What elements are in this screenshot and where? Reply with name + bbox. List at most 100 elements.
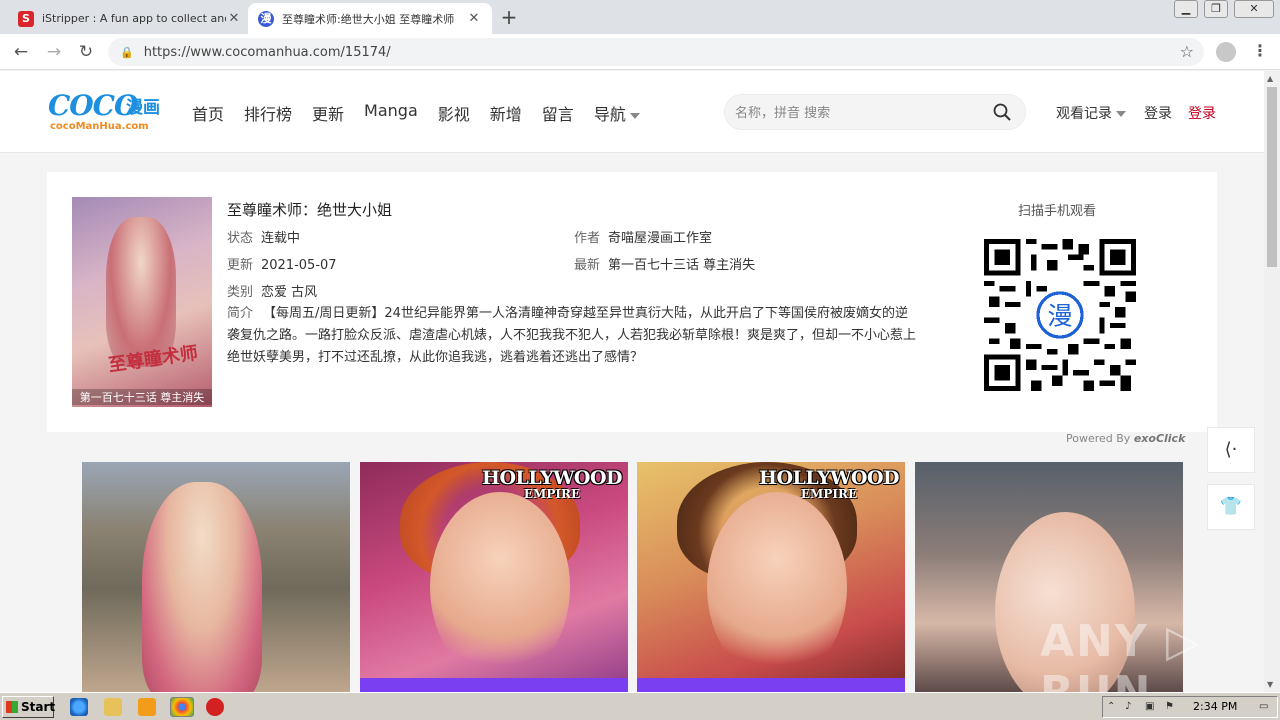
intro-label: 简介 xyxy=(227,306,254,321)
category-field: 类别 恋爱 古风 xyxy=(227,281,317,300)
istripper-favicon-icon: S xyxy=(18,10,34,27)
logo-domain: cocoManHua.com xyxy=(50,121,149,132)
page-scrollbar[interactable]: ▲ ▼ xyxy=(1264,71,1280,692)
scrollbar-thumb[interactable] xyxy=(1267,87,1277,267)
restore-button[interactable]: ❐ xyxy=(1204,0,1228,18)
bookmark-star-icon[interactable]: ☆ xyxy=(1180,42,1194,61)
comic-cover[interactable]: 至尊瞳术师 第一百七十三话 尊主消失 xyxy=(72,197,212,407)
window-controls: ▁ ❐ ✕ xyxy=(1168,0,1274,18)
comic-title: 至尊瞳术师：绝世大小姐 xyxy=(227,201,393,219)
lock-icon: 🔒 xyxy=(120,45,134,59)
powered-prefix: Powered By xyxy=(1066,432,1131,445)
latest-field: 最新 第一百七十三话 尊主消失 xyxy=(574,254,755,273)
address-bar[interactable]: 🔒 https://www.cocomanhua.com/15174/ ☆ xyxy=(108,38,1204,66)
network-icon[interactable]: ▣ xyxy=(1145,701,1157,713)
windows-logo-icon xyxy=(6,701,18,713)
nav-manga[interactable]: Manga xyxy=(364,101,418,125)
hollywood-empire-logo: HOLLYWOOD EMPIRE xyxy=(482,467,623,502)
login-link[interactable]: 登录 xyxy=(1144,103,1172,123)
scroll-up-icon[interactable]: ▲ xyxy=(1267,74,1273,83)
url-text[interactable]: https://www.cocomanhua.com/15174/ xyxy=(144,45,391,60)
exoclick-brand: exoClick xyxy=(1133,432,1186,445)
nav-messages[interactable]: 留言 xyxy=(542,101,574,125)
ad-banner-3[interactable]: HOLLYWOOD EMPIRE xyxy=(637,462,905,692)
close-window-button[interactable]: ✕ xyxy=(1234,0,1274,18)
author-field: 作者 奇喵屋漫画工作室 xyxy=(574,227,712,246)
history-menu[interactable]: 观看记录 xyxy=(1056,103,1126,123)
security-app-icon[interactable] xyxy=(206,698,224,716)
svg-text:漫: 漫 xyxy=(1047,301,1072,330)
chevron-down-icon xyxy=(629,112,640,119)
search-input[interactable] xyxy=(735,103,975,123)
ad-photo xyxy=(142,482,262,692)
chevron-down-icon xyxy=(1116,111,1126,117)
nav-ranking[interactable]: 排行榜 xyxy=(244,101,292,125)
folder-icon[interactable] xyxy=(104,698,122,716)
forward-icon[interactable]: → xyxy=(43,41,65,63)
latest-chapter-link[interactable]: 第一百七十三话 尊主消失 xyxy=(608,258,755,273)
ad-banner-2[interactable]: HOLLYWOOD EMPIRE xyxy=(360,462,628,692)
clock: 2:34 PM xyxy=(1193,700,1238,713)
hollywood-empire-logo: HOLLYWOOD EMPIRE xyxy=(759,467,900,502)
comic-info-card: 至尊瞳术师 第一百七十三话 尊主消失 至尊瞳术师：绝世大小姐 状态 连载中 作者奇… xyxy=(47,172,1217,432)
new-tab-button[interactable]: + xyxy=(498,6,520,28)
site-logo[interactable]: COCO 漫画 cocoManHua.com xyxy=(48,89,168,133)
reload-icon[interactable]: ↻ xyxy=(75,41,97,63)
category-value[interactable]: 恋爱 古风 xyxy=(261,285,317,300)
nav-updates[interactable]: 更新 xyxy=(312,101,344,125)
ad-face-art xyxy=(707,492,847,682)
tab-title: 至尊瞳术师:绝世大小姐 至尊瞳术师 xyxy=(282,12,455,26)
ad-purple-bar xyxy=(360,678,628,692)
latest-label: 最新 xyxy=(574,258,601,273)
browser-menu-icon[interactable]: ⋮ xyxy=(1252,41,1268,60)
system-tray: ⌃ ♪ ▣ ⚑ 2:34 PM ▭ xyxy=(1102,696,1278,718)
ie-icon[interactable] xyxy=(70,698,88,716)
powered-by-exoclick[interactable]: Powered By exoClick xyxy=(1066,432,1185,445)
nav-new[interactable]: 新增 xyxy=(490,101,522,125)
scroll-down-icon[interactable]: ▼ xyxy=(1267,680,1273,689)
tab-close-icon[interactable]: ✕ xyxy=(466,11,482,26)
chrome-icon[interactable] xyxy=(170,697,194,717)
author-label: 作者 xyxy=(574,231,601,246)
tab-cocomanhua[interactable]: 漫 至尊瞳术师:绝世大小姐 至尊瞳术师 ✕ xyxy=(248,3,492,34)
nav-movies[interactable]: 影视 xyxy=(438,101,470,125)
anyrun-watermark: ANY ▷ RUN xyxy=(1040,616,1202,692)
start-label: Start xyxy=(21,700,56,714)
search-icon[interactable] xyxy=(993,103,1011,121)
updated-value: 2021-05-07 xyxy=(261,258,337,273)
site-header: COCO 漫画 cocoManHua.com 首页 排行榜 更新 Manga 影… xyxy=(0,71,1264,153)
nav-home[interactable]: 首页 xyxy=(192,101,224,125)
tab-title: iStripper : A fun app to collect and w xyxy=(42,12,226,25)
main-nav: 首页 排行榜 更新 Manga 影视 新增 留言 导航 xyxy=(192,101,660,125)
minimize-button[interactable]: ▁ xyxy=(1174,0,1198,18)
back-icon[interactable]: ← xyxy=(10,41,32,63)
share-button[interactable]: ⟨· xyxy=(1207,427,1255,473)
browser-tabbar: S iStripper : A fun app to collect and w… xyxy=(0,0,1280,34)
flag-icon[interactable]: ⚑ xyxy=(1165,701,1177,713)
status-value: 连载中 xyxy=(261,231,301,246)
windows-taskbar: Start ⌃ ♪ ▣ ⚑ 2:34 PM ▭ xyxy=(0,692,1280,720)
qr-title: 扫描手机观看 xyxy=(1018,204,1097,219)
ad-banner-1[interactable] xyxy=(82,462,350,692)
tab-istripper[interactable]: S iStripper : A fun app to collect and w… xyxy=(8,3,252,34)
browser-toolbar: ← → ↻ 🔒 https://www.cocomanhua.com/15174… xyxy=(0,34,1280,70)
volume-icon[interactable]: ♪ xyxy=(1125,701,1137,713)
ad-purple-bar xyxy=(637,678,905,692)
logo-text: COCO xyxy=(48,89,138,122)
shirt-icon[interactable]: 👕 xyxy=(1207,484,1255,530)
register-link[interactable]: 登录 xyxy=(1188,103,1216,123)
search-box xyxy=(724,94,1026,130)
nav-navigation-label: 导航 xyxy=(593,105,626,124)
status-field: 状态 连载中 xyxy=(227,227,300,246)
tray-arrow-icon[interactable]: ⌃ xyxy=(1107,701,1119,713)
author-value[interactable]: 奇喵屋漫画工作室 xyxy=(608,231,712,246)
start-button[interactable]: Start xyxy=(2,696,56,718)
media-player-icon[interactable] xyxy=(138,698,156,716)
page-viewport: COCO 漫画 cocoManHua.com 首页 排行榜 更新 Manga 影… xyxy=(0,71,1264,692)
tab-close-icon[interactable]: ✕ xyxy=(226,11,242,26)
notification-icon[interactable]: ▭ xyxy=(1259,701,1271,713)
nav-navigation[interactable]: 导航 xyxy=(594,101,640,125)
profile-avatar-icon[interactable] xyxy=(1216,42,1236,62)
ad-face-art xyxy=(430,492,570,682)
comic-description: 简介 【每周五/周日更新】24世纪异能界第一人洛清瞳神奇穿越至异世真衍大陆，从此开… xyxy=(227,303,917,369)
